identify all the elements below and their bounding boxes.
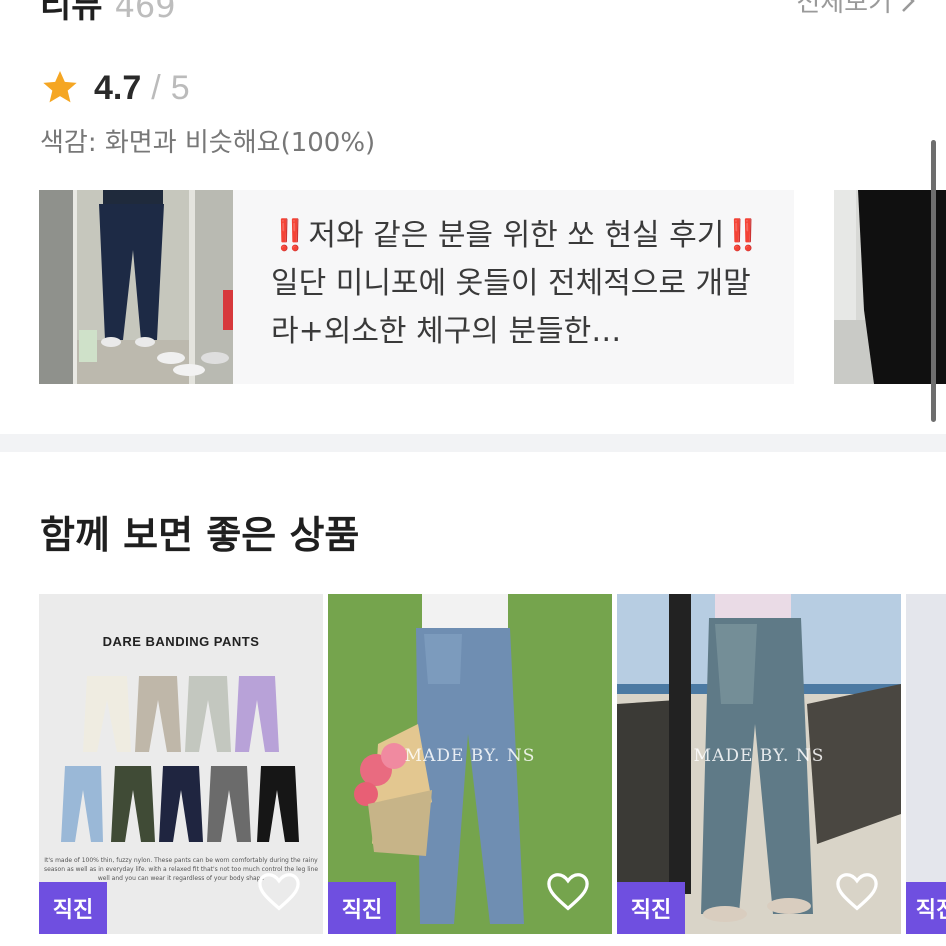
reviews-title: 리뷰 xyxy=(40,0,103,26)
reviews-header: 리뷰 469 xyxy=(40,0,176,26)
section-divider xyxy=(0,434,946,452)
heart-icon[interactable] xyxy=(546,872,590,912)
rating-summary: 4.7 / 5 xyxy=(40,66,190,110)
product-watermark: MADE BY. NS xyxy=(693,746,825,766)
rating-value: 4.7 xyxy=(94,68,142,107)
heart-icon[interactable] xyxy=(257,872,301,912)
review-text-part2: 일단 미니포에 옷들이 전체적으로 개말라+외소한 체구의 분들한… xyxy=(271,266,751,349)
product-watermark: MADE BY. NS xyxy=(404,746,536,766)
product-badge: 직진 xyxy=(328,882,396,934)
review-photo-next[interactable] xyxy=(834,190,946,384)
review-text-part1: 저와 같은 분을 위한 쏘 현실 후기 xyxy=(308,218,725,253)
scrollbar[interactable] xyxy=(931,140,936,422)
product-card[interactable]: MADE BY. NS 직진 xyxy=(617,594,901,934)
product-badge: 직진 xyxy=(39,882,107,934)
rating-max: 5 xyxy=(170,68,190,107)
double-exclamation-icon: ‼️ xyxy=(271,218,309,253)
rating-separator: / xyxy=(151,68,161,107)
product-badge: 직진 xyxy=(906,882,946,934)
reviews-count: 469 xyxy=(114,0,176,25)
chevron-right-icon xyxy=(902,0,915,12)
product-carousel: DARE BANDING PANTS It's made of 100% thi… xyxy=(39,594,946,934)
product-card[interactable]: DARE BANDING PANTS It's made of 100% thi… xyxy=(39,594,323,934)
star-icon xyxy=(43,71,77,103)
review-card[interactable]: ‼️저와 같은 분을 위한 쏘 현실 후기‼️ 일단 미니포에 옷들이 전체적으… xyxy=(39,190,794,384)
review-photo xyxy=(39,190,233,384)
see-all-link[interactable]: 전체보기 xyxy=(796,0,916,19)
product-card[interactable]: MADE BY. NS 직진 xyxy=(328,594,612,934)
double-exclamation-icon: ‼️ xyxy=(724,218,762,253)
see-all-label: 전체보기 xyxy=(796,0,892,18)
heart-icon[interactable] xyxy=(835,872,879,912)
product-card[interactable]: 직진 xyxy=(906,594,946,934)
review-excerpt: ‼️저와 같은 분을 위한 쏘 현실 후기‼️ 일단 미니포에 옷들이 전체적으… xyxy=(233,190,794,384)
recommend-title: 함께 보면 좋은 상품 xyxy=(40,513,360,557)
color-accuracy-note: 색감: 화면과 비슷해요(100%) xyxy=(40,128,376,158)
product-badge: 직진 xyxy=(617,882,685,934)
